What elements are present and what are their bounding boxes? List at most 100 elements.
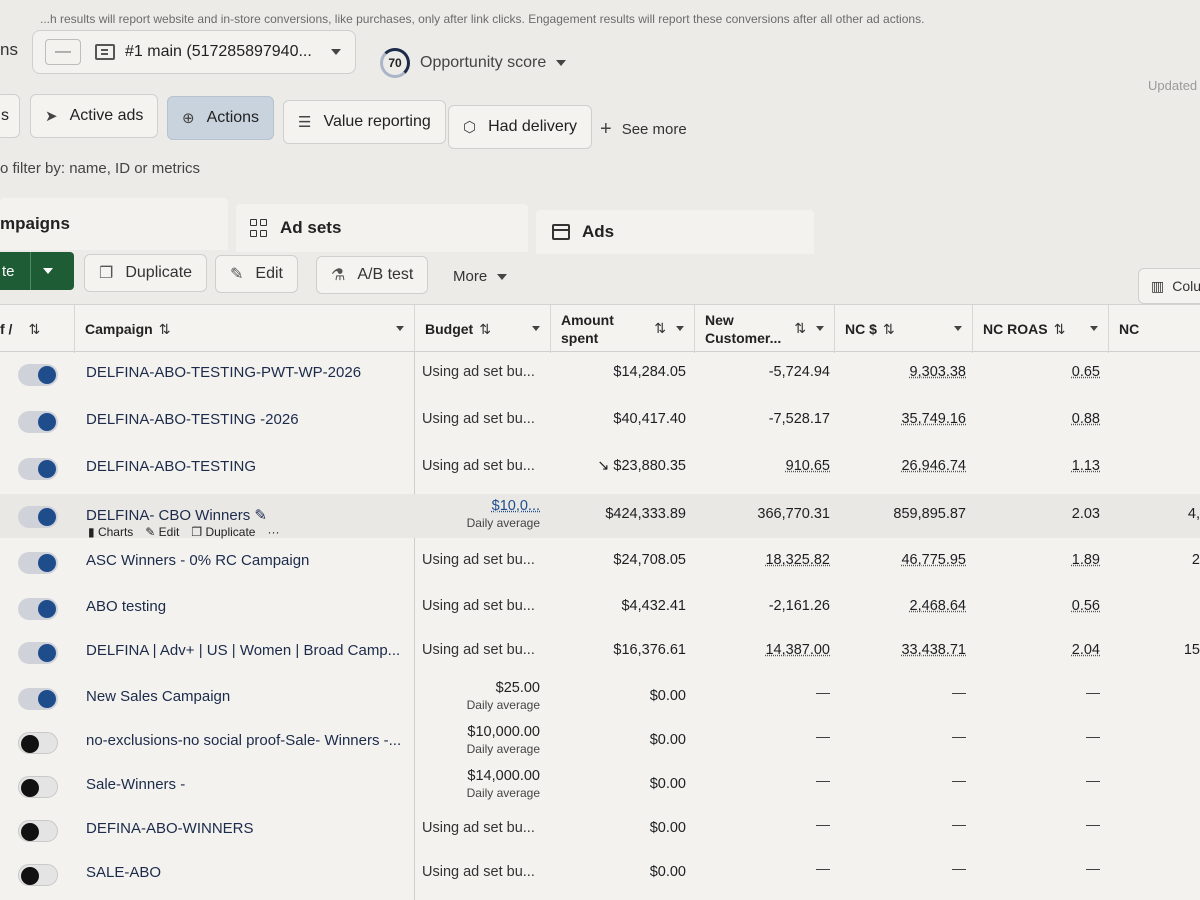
table-row[interactable]: New Sales Campaign $25.00 Daily average $0.… bbox=[0, 676, 1200, 720]
budget-cell[interactable]: $10,000.00 Daily average bbox=[467, 724, 540, 756]
sort-icon[interactable]: ⇅ bbox=[28, 320, 40, 338]
search-input[interactable]: o filter by: name, ID or metrics bbox=[0, 160, 200, 177]
duplicate-button[interactable]: ❐ Duplicate bbox=[84, 254, 208, 292]
delivery-toggle[interactable] bbox=[18, 506, 58, 528]
new-customer-cell: -5,724.94 bbox=[768, 364, 830, 380]
table-row[interactable]: Sale-Winners - $14,000.00 Daily average $0.… bbox=[0, 764, 1200, 808]
budget-subtext: Daily average bbox=[466, 786, 540, 800]
delivery-toggle[interactable] bbox=[18, 820, 58, 842]
attribution-note: ...h results will report website and in-… bbox=[40, 12, 925, 26]
chevron-down-icon[interactable] bbox=[954, 326, 962, 331]
table-row[interactable]: $0.00——— bbox=[0, 896, 1200, 900]
new-customer-cell: — bbox=[816, 728, 830, 744]
filter-had-delivery[interactable]: ⬡ Had delivery bbox=[448, 105, 593, 149]
chevron-down-icon[interactable] bbox=[1090, 326, 1098, 331]
col-amount-spent[interactable]: Amount spent ⇅ bbox=[550, 305, 694, 353]
opportunity-score-button[interactable]: 70 Opportunity score bbox=[380, 48, 567, 78]
table-row[interactable]: DEFINA-ABO-WINNERS Using ad set bu... $0.0… bbox=[0, 808, 1200, 852]
chevron-down-icon[interactable] bbox=[532, 326, 540, 331]
col-off-on[interactable]: f / ⇅ bbox=[0, 305, 74, 353]
campaign-name-link[interactable]: no-exclusions-no social proof-Sale- Winn… bbox=[86, 732, 401, 749]
table-row[interactable]: SALE-ABO Using ad set bu... $0.00 — — — bbox=[0, 852, 1200, 896]
delivery-toggle[interactable] bbox=[18, 364, 58, 386]
edit-button[interactable]: ✎ Edit bbox=[215, 255, 298, 293]
sort-icon[interactable]: ⇅ bbox=[883, 320, 895, 338]
pencil-icon: ✎ bbox=[145, 525, 159, 539]
col-new-customer[interactable]: New Customer... ⇅ bbox=[694, 305, 834, 353]
col-label: NC ROAS bbox=[983, 321, 1048, 337]
row-action-duplicate[interactable]: ❐ Duplicate bbox=[191, 525, 255, 539]
campaign-name-link[interactable]: SALE-ABO bbox=[86, 864, 161, 881]
col-campaign[interactable]: Campaign ⇅ bbox=[74, 305, 414, 353]
new-customer-cell: -2,161.26 bbox=[768, 598, 830, 614]
sort-icon[interactable]: ⇅ bbox=[794, 319, 806, 337]
filter-value-reporting[interactable]: ☰ Value reporting bbox=[283, 100, 446, 144]
bar-chart-icon: ▮ bbox=[88, 525, 98, 539]
filter-active-ads[interactable]: ➤ Active ads bbox=[30, 94, 159, 138]
table-row[interactable]: no-exclusions-no social proof-Sale- Winn… bbox=[0, 720, 1200, 764]
delivery-toggle[interactable] bbox=[18, 864, 58, 886]
ab-test-button[interactable]: ⚗ A/B test bbox=[316, 256, 429, 294]
chevron-down-icon[interactable] bbox=[396, 326, 404, 331]
campaign-name-link[interactable]: DELFINA-ABO-TESTING-PWT-WP-2026 bbox=[86, 364, 361, 381]
collapse-button[interactable]: — bbox=[45, 39, 81, 65]
delivery-toggle[interactable] bbox=[18, 776, 58, 798]
tab-ad-sets[interactable]: Ad sets bbox=[236, 204, 528, 252]
table-row[interactable]: DELFINA-ABO-TESTING Using ad set bu... ↘ $… bbox=[0, 446, 1200, 490]
campaign-name-link[interactable]: ABO testing bbox=[86, 598, 166, 615]
chevron-down-icon[interactable] bbox=[676, 326, 684, 331]
chip-label: Value reporting bbox=[323, 113, 431, 130]
nc-dollar-cell: — bbox=[952, 772, 966, 788]
campaign-name-link[interactable]: DEFINA-ABO-WINNERS bbox=[86, 820, 254, 837]
row-action-edit[interactable]: ✎ Edit bbox=[145, 525, 179, 539]
tab-campaigns[interactable]: mpaigns bbox=[0, 198, 228, 250]
sort-icon[interactable]: ⇅ bbox=[654, 319, 666, 337]
delivery-toggle[interactable] bbox=[18, 642, 58, 664]
campaign-name-link[interactable]: DELFINA-ABO-TESTING bbox=[86, 458, 256, 475]
budget-cell[interactable]: $14,000.00 Daily average bbox=[467, 768, 540, 800]
campaign-name-link[interactable]: Sale-Winners - bbox=[86, 776, 185, 793]
ad-account-selector[interactable]: — #1 main (517285897940... bbox=[32, 30, 356, 74]
budget-cell[interactable]: $25.00 Daily average bbox=[467, 680, 540, 712]
sort-icon[interactable]: ⇅ bbox=[479, 320, 491, 338]
col-nc-dollar[interactable]: NC $ ⇅ bbox=[834, 305, 972, 353]
table-row[interactable]: ASC Winners - 0% RC Campaign Using ad set… bbox=[0, 540, 1200, 584]
campaign-name-link[interactable]: New Sales Campaign bbox=[86, 688, 230, 705]
see-more-button[interactable]: + See more bbox=[600, 118, 687, 141]
delivery-toggle[interactable] bbox=[18, 598, 58, 620]
duplicate-label: Duplicate bbox=[125, 264, 193, 281]
campaign-name-link[interactable]: DELFINA- CBO Winners ✎ bbox=[86, 506, 267, 524]
row-action-charts[interactable]: ▮ Charts bbox=[88, 525, 133, 539]
table-row[interactable]: DELFINA | Adv+ | US | Women | Broad Camp… bbox=[0, 630, 1200, 674]
sort-icon[interactable]: ⇅ bbox=[1054, 320, 1066, 338]
chevron-down-icon[interactable] bbox=[816, 326, 824, 331]
campaign-name-link[interactable]: DELFINA-ABO-TESTING -2026 bbox=[86, 411, 299, 428]
table-row[interactable]: DELFINA- CBO Winners ✎ ▮ Charts ✎ Edit ❐ Du… bbox=[0, 494, 1200, 539]
tab-ads[interactable]: Ads bbox=[536, 210, 814, 254]
campaign-name-link[interactable]: ASC Winners - 0% RC Campaign bbox=[86, 552, 309, 569]
delivery-toggle[interactable] bbox=[18, 458, 58, 480]
nc-dollar-cell: 33,438.71 bbox=[901, 642, 966, 658]
delivery-toggle[interactable] bbox=[18, 552, 58, 574]
filter-actions[interactable]: ⊕ Actions bbox=[167, 96, 275, 140]
delivery-toggle[interactable] bbox=[18, 732, 58, 754]
col-nc-roas[interactable]: NC ROAS ⇅ bbox=[972, 305, 1108, 353]
chevron-down-icon bbox=[497, 273, 508, 280]
delivery-toggle[interactable] bbox=[18, 688, 58, 710]
table-row[interactable]: ABO testing Using ad set bu... $4,432.41 -2… bbox=[0, 586, 1200, 630]
filter-chip-partial[interactable]: s bbox=[0, 94, 20, 138]
table-row[interactable]: DELFINA-ABO-TESTING -2026 Using ad set bu… bbox=[0, 399, 1200, 443]
col-budget[interactable]: Budget ⇅ bbox=[414, 305, 550, 353]
table-row[interactable]: DELFINA-ABO-TESTING-PWT-WP-2026 Using ad … bbox=[0, 352, 1200, 396]
row-action-more[interactable]: ··· bbox=[267, 525, 279, 539]
more-button[interactable]: More bbox=[453, 268, 508, 285]
sort-icon[interactable]: ⇅ bbox=[159, 320, 171, 338]
delivery-toggle[interactable] bbox=[18, 411, 58, 433]
create-button[interactable]: te bbox=[0, 252, 74, 290]
budget-cell[interactable]: $10,0... Daily average bbox=[467, 498, 540, 530]
nc-dollar-cell: — bbox=[952, 860, 966, 876]
col-nc[interactable]: NC bbox=[1108, 305, 1200, 353]
columns-button[interactable]: ▥ Colu bbox=[1138, 268, 1200, 304]
chevron-down-icon[interactable] bbox=[43, 268, 53, 274]
campaign-name-link[interactable]: DELFINA | Adv+ | US | Women | Broad Camp… bbox=[86, 642, 400, 659]
